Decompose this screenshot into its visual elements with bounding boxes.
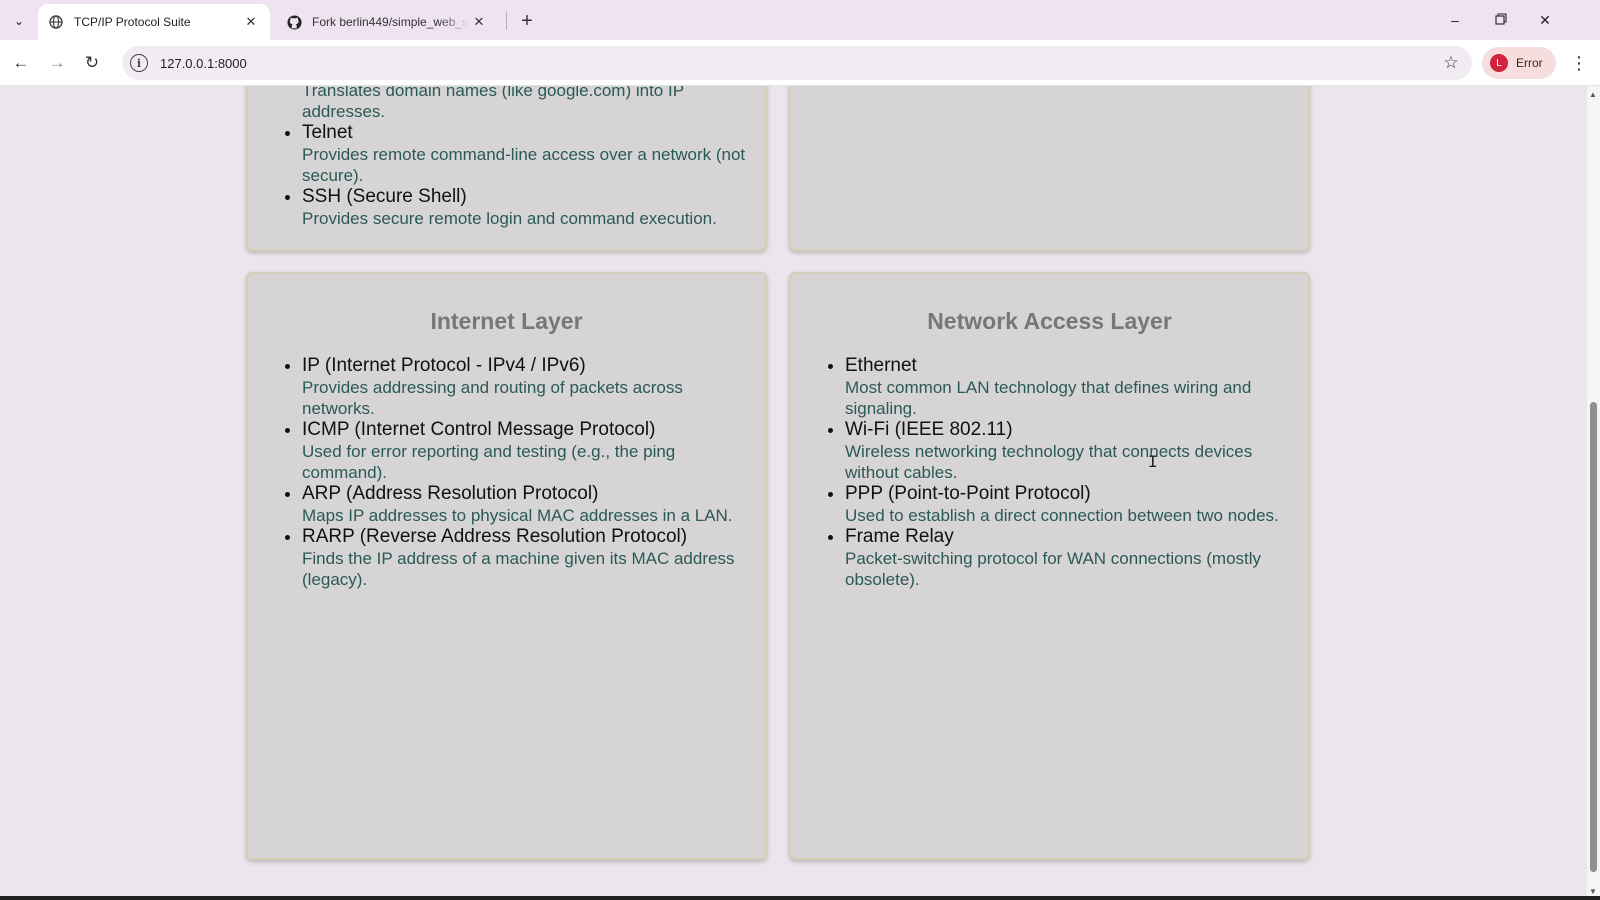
list-item: Wi-Fi (IEEE 802.11) Wireless networking … xyxy=(845,419,1294,483)
protocol-description: Wireless networking technology that conn… xyxy=(845,442,1253,482)
protocol-name: PPP (Point-to-Point Protocol) xyxy=(845,483,1091,504)
site-info-icon[interactable]: i xyxy=(130,54,148,72)
protocol-description: Provides remote command-line access over… xyxy=(302,145,746,185)
tab-strip: ⌄ TCP/IP Protocol Suite ✕ Fork berlin449… xyxy=(0,0,1600,40)
protocol-name: Wi-Fi (IEEE 802.11) xyxy=(845,419,1013,440)
reload-icon: ↻ xyxy=(84,53,100,72)
protocol-name: Telnet xyxy=(302,122,353,143)
browser-menu-button[interactable]: ⋮ xyxy=(1564,48,1594,78)
close-icon[interactable]: ✕ xyxy=(242,13,260,31)
forward-button[interactable]: → xyxy=(42,48,72,78)
bookmark-star-icon[interactable]: ☆ xyxy=(1436,48,1466,78)
new-tab-button[interactable]: + xyxy=(514,8,540,34)
restore-button[interactable] xyxy=(1478,0,1524,40)
list-item: Translates domain names (like google.com… xyxy=(302,86,751,122)
protocol-name: RARP (Reverse Address Resolution Protoco… xyxy=(302,526,688,547)
tab-title: Fork berlin449/simple_web_server xyxy=(312,15,470,29)
kebab-menu-icon: ⋮ xyxy=(1570,52,1588,73)
list-item: Telnet Provides remote command-line acce… xyxy=(302,122,751,186)
scroll-down-arrow-icon[interactable]: ▼ xyxy=(1589,887,1597,896)
protocol-name: Ethernet xyxy=(845,355,917,376)
protocol-description: Provides addressing and routing of packe… xyxy=(302,378,683,418)
internet-layer-card: Internet Layer IP (Internet Protocol - I… xyxy=(246,272,767,860)
url-text[interactable]: 127.0.0.1:8000 xyxy=(160,56,1436,71)
list-item: ARP (Address Resolution Protocol) Maps I… xyxy=(302,483,751,526)
profile-status: Error xyxy=(1516,56,1543,70)
tab-github-fork[interactable]: Fork berlin449/simple_web_server ✕ xyxy=(276,4,498,40)
protocol-list: IP (Internet Protocol - IPv4 / IPv6) Pro… xyxy=(248,355,765,590)
tab-separator xyxy=(506,12,507,30)
protocol-name: ICMP (Internet Control Message Protocol) xyxy=(302,419,656,440)
card-heading: Internet Layer xyxy=(430,308,583,334)
protocol-description: Used to establish a direct connection be… xyxy=(845,506,1279,525)
minimize-icon: – xyxy=(1451,12,1459,28)
protocol-name: IP (Internet Protocol - IPv4 / IPv6) xyxy=(302,355,586,376)
close-icon[interactable]: ✕ xyxy=(470,13,488,31)
page-content: Translates domain names (like google.com… xyxy=(0,86,1587,900)
protocol-description: Packet-switching protocol for WAN connec… xyxy=(845,549,1262,589)
protocol-name: ARP (Address Resolution Protocol) xyxy=(302,483,599,504)
minimize-button[interactable]: – xyxy=(1432,0,1478,40)
arrow-left-icon: ← xyxy=(12,53,30,72)
chevron-down-icon: ⌄ xyxy=(13,14,25,28)
profile-button[interactable]: L Error xyxy=(1482,47,1556,79)
list-item: IP (Internet Protocol - IPv4 / IPv6) Pro… xyxy=(302,355,751,419)
list-item: PPP (Point-to-Point Protocol) Used to es… xyxy=(845,483,1294,526)
browser-toolbar: ← → ↻ i 127.0.0.1:8000 ☆ L Error ⋮ xyxy=(0,40,1600,86)
protocol-description: Provides secure remote login and command… xyxy=(302,209,717,228)
globe-icon xyxy=(48,14,64,30)
back-button[interactable]: ← xyxy=(6,48,36,78)
tab-tcpip[interactable]: TCP/IP Protocol Suite ✕ xyxy=(38,4,270,40)
protocol-description: Used for error reporting and testing (e.… xyxy=(302,442,676,482)
text-cursor-icon: I xyxy=(1148,452,1158,471)
list-item: Frame Relay Packet-switching protocol fo… xyxy=(845,526,1294,590)
protocol-list: Translates domain names (like google.com… xyxy=(248,86,765,229)
application-layer-card: Translates domain names (like google.com… xyxy=(246,86,767,251)
scrollbar-thumb[interactable] xyxy=(1590,402,1597,872)
tab-title: TCP/IP Protocol Suite xyxy=(74,15,191,29)
list-item: ICMP (Internet Control Message Protocol)… xyxy=(302,419,751,483)
github-icon xyxy=(286,14,302,30)
network-access-layer-card: Network Access Layer Ethernet Most commo… xyxy=(789,272,1310,860)
transport-layer-card xyxy=(789,86,1310,251)
page-scrollbar[interactable]: ▲ ▼ xyxy=(1587,86,1600,900)
reload-button[interactable]: ↻ xyxy=(77,48,107,78)
protocol-description: Maps IP addresses to physical MAC addres… xyxy=(302,506,733,525)
arrow-right-icon: → xyxy=(48,53,66,72)
protocol-description: Finds the IP address of a machine given … xyxy=(302,549,735,589)
protocol-list: Ethernet Most common LAN technology that… xyxy=(791,355,1308,590)
window-bottom-edge xyxy=(0,896,1600,900)
window-close-button[interactable]: ✕ xyxy=(1522,0,1568,40)
list-item: Ethernet Most common LAN technology that… xyxy=(845,355,1294,419)
card-heading: Network Access Layer xyxy=(927,308,1172,334)
restore-icon xyxy=(1495,12,1507,28)
protocol-name: SSH (Secure Shell) xyxy=(302,186,467,207)
plus-icon: + xyxy=(521,9,533,32)
scroll-up-arrow-icon[interactable]: ▲ xyxy=(1589,90,1597,99)
list-item: SSH (Secure Shell) Provides secure remot… xyxy=(302,186,751,229)
tab-search-button[interactable]: ⌄ xyxy=(6,8,32,34)
list-item: RARP (Reverse Address Resolution Protoco… xyxy=(302,526,751,590)
close-icon: ✕ xyxy=(1539,11,1551,28)
protocol-description: Most common LAN technology that defines … xyxy=(845,378,1252,418)
address-bar[interactable]: i 127.0.0.1:8000 ☆ xyxy=(122,46,1472,80)
avatar: L xyxy=(1490,54,1508,72)
protocol-name: Frame Relay xyxy=(845,526,954,547)
protocol-description: Translates domain names (like google.com… xyxy=(302,86,684,121)
